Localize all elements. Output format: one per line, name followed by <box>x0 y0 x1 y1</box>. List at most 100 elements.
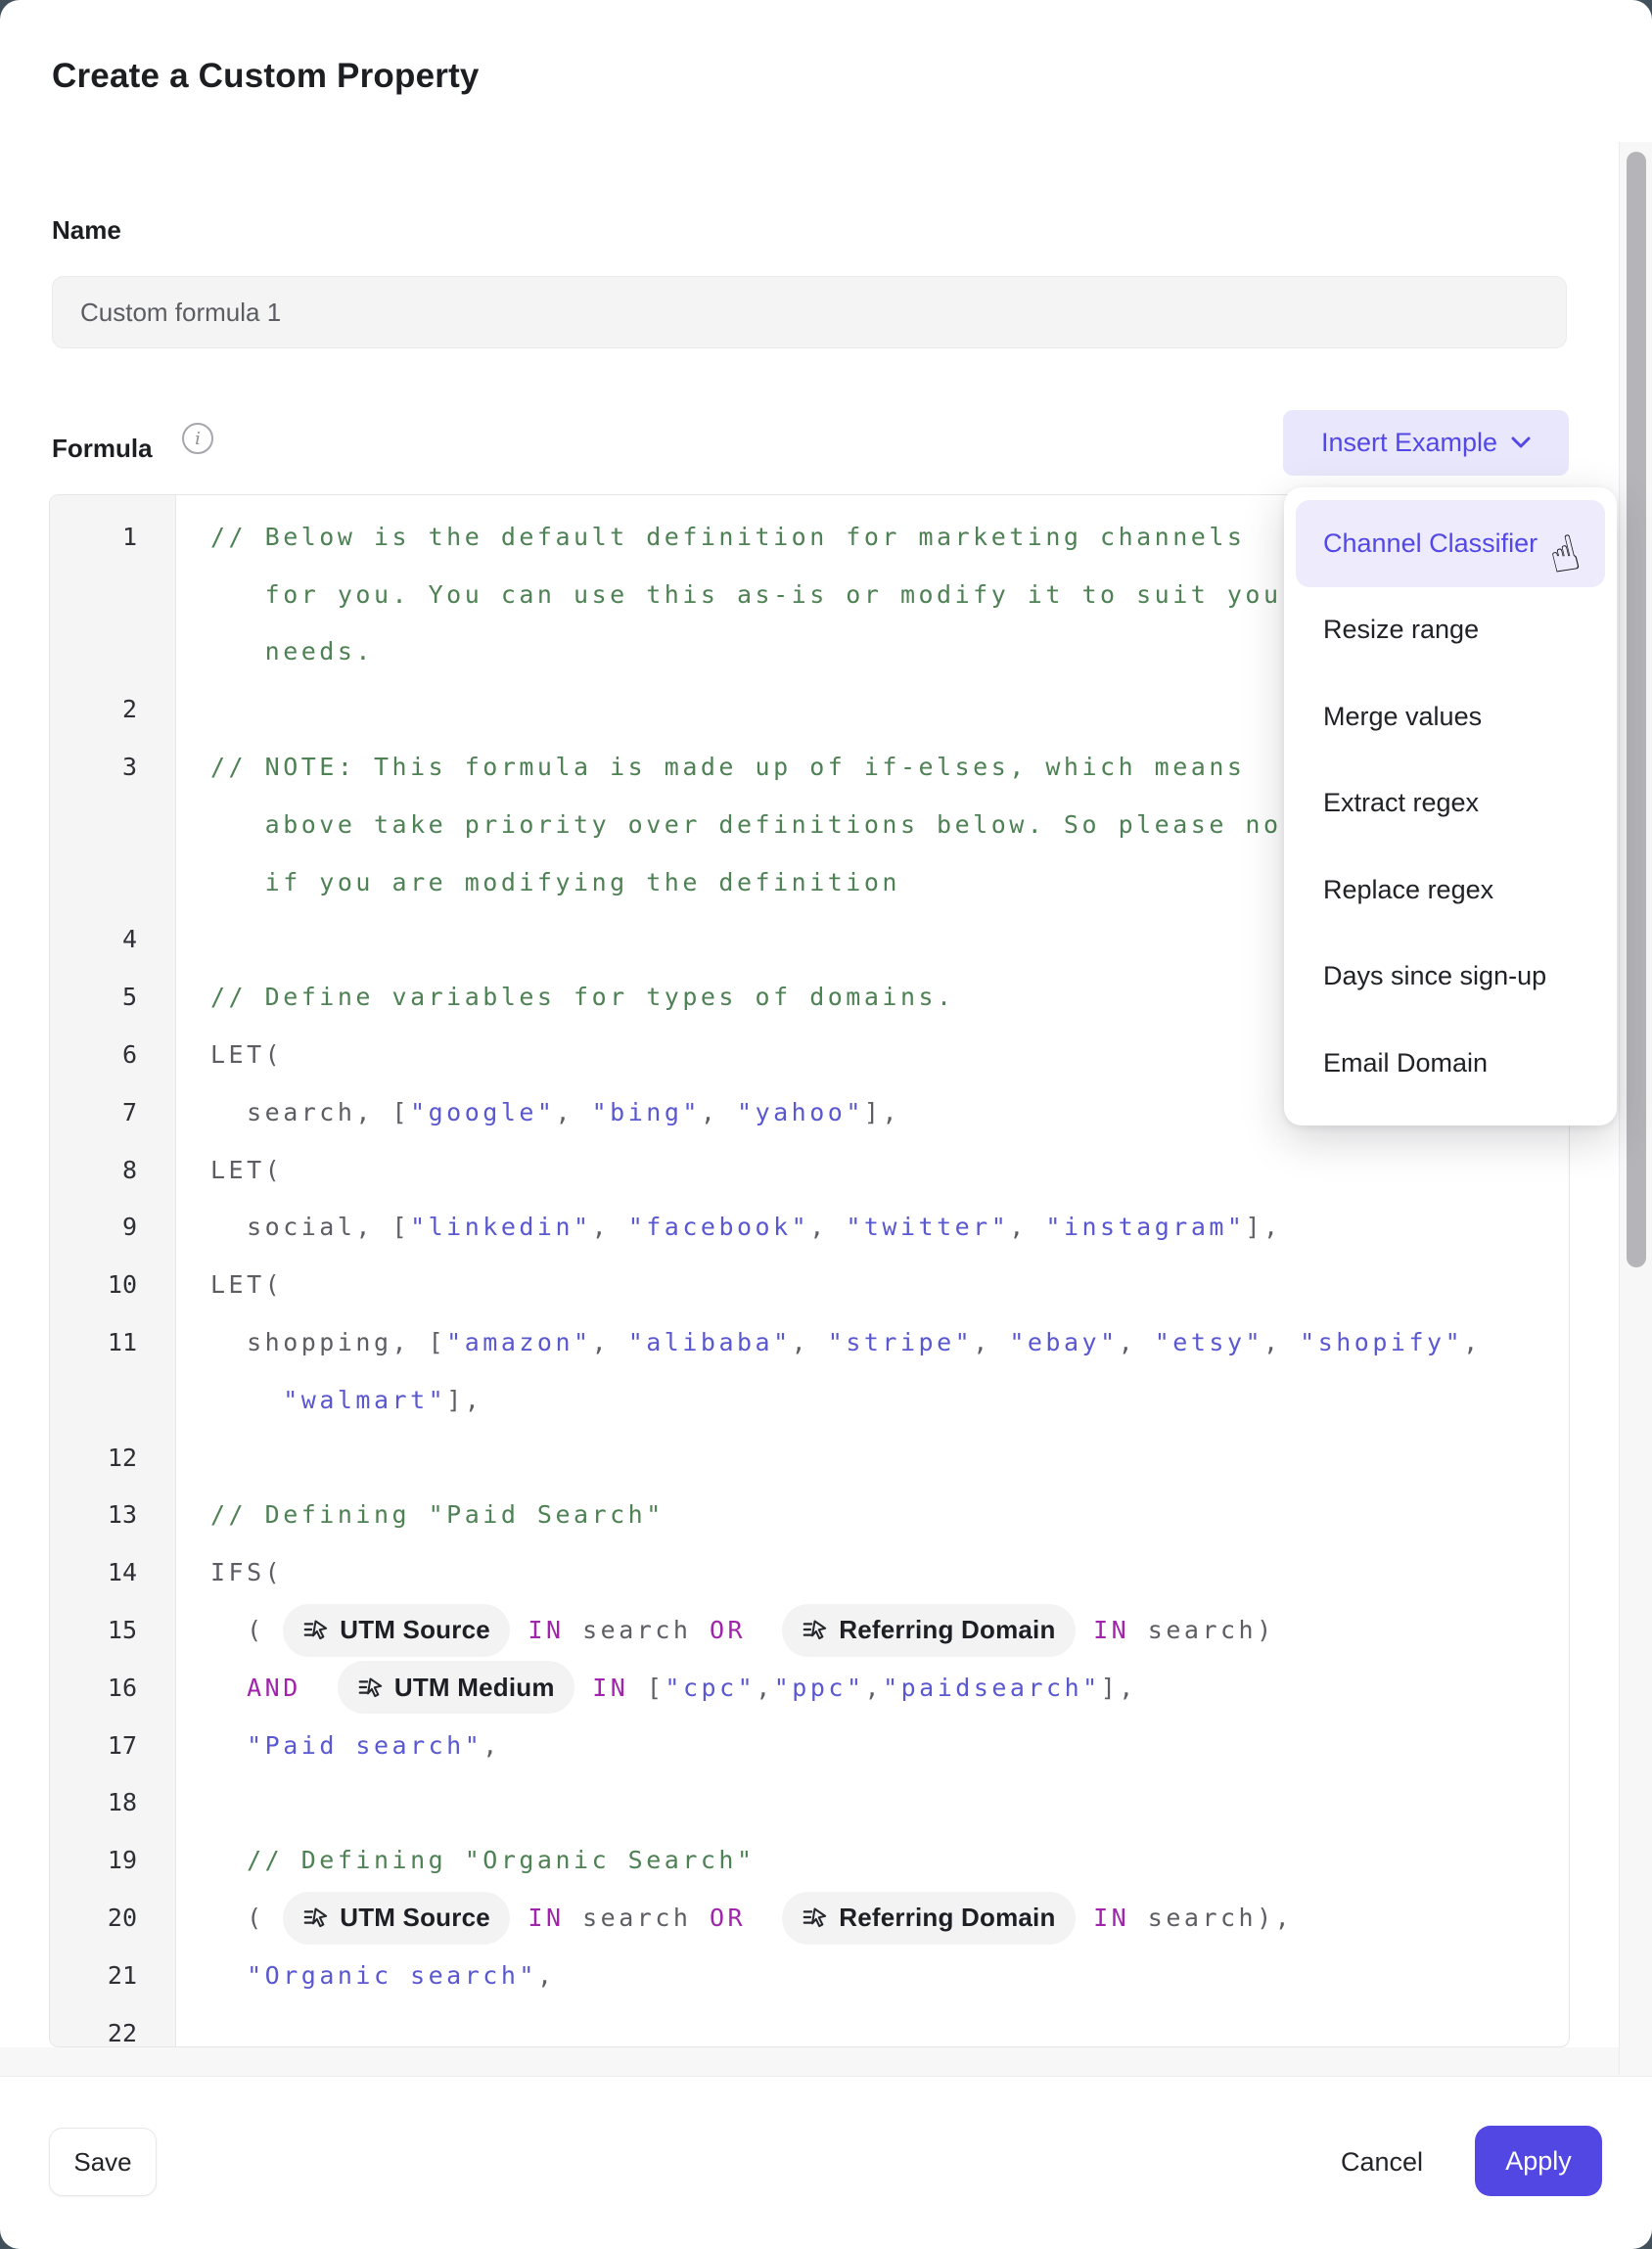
code-token: // Below is the default definition for m… <box>210 523 1245 551</box>
code-token <box>1076 1904 1094 1932</box>
code-token: OR <box>710 1904 746 1932</box>
property-chip-label: UTM Source <box>340 1615 490 1645</box>
code-text: LET( <box>175 1156 1569 1184</box>
name-input[interactable] <box>52 276 1567 348</box>
code-text: IFS( <box>175 1558 1569 1586</box>
code-token: search), <box>1129 1904 1293 1932</box>
code-text: "walmart"], <box>175 1386 1569 1414</box>
code-text: // Defining "Paid Search" <box>175 1500 1569 1529</box>
code-token: "alibaba" <box>628 1328 792 1356</box>
code-token: IFS( <box>210 1558 283 1586</box>
code-token: shopping, [ <box>210 1328 446 1356</box>
code-token: , <box>592 1328 628 1356</box>
code-token: "twitter" <box>846 1213 1009 1241</box>
code-line: 17 "Paid search", <box>50 1717 1569 1774</box>
code-token <box>210 1386 283 1414</box>
code-token: ], <box>446 1386 482 1414</box>
property-icon <box>302 1617 329 1643</box>
chevron-down-icon <box>1511 436 1531 449</box>
code-token: // Define variables for types of domains… <box>210 983 955 1011</box>
menu-item-replace-regex[interactable]: Replace regex <box>1296 847 1605 934</box>
formula-label: Formula <box>52 434 153 464</box>
property-chip-label: UTM Source <box>340 1903 490 1933</box>
menu-item-email-domain[interactable]: Email Domain <box>1296 1020 1605 1107</box>
line-number: 5 <box>50 983 175 1011</box>
property-chip-label: UTM Medium <box>394 1673 555 1703</box>
property-chip-referring-domain[interactable]: Referring Domain <box>782 1892 1075 1945</box>
code-token: "amazon" <box>446 1328 591 1356</box>
code-token: // Defining "Organic Search" <box>210 1846 756 1874</box>
code-token: social, [ <box>210 1213 410 1241</box>
line-number: 11 <box>50 1328 175 1356</box>
code-token: IN <box>528 1904 564 1932</box>
code-token: if you are modifying the definition <box>210 868 900 896</box>
line-number: 22 <box>50 2019 175 2047</box>
insert-example-button[interactable]: Insert Example <box>1283 410 1569 476</box>
code-line: 13// Defining "Paid Search" <box>50 1487 1569 1544</box>
menu-item-extract-regex[interactable]: Extract regex <box>1296 760 1605 848</box>
code-token: "yahoo" <box>737 1098 864 1126</box>
code-token <box>1076 1616 1094 1644</box>
code-token: AND <box>247 1674 301 1702</box>
code-token <box>746 1616 782 1644</box>
code-text: // Defining "Organic Search" <box>175 1846 1569 1874</box>
code-line: 21 "Organic search", <box>50 1947 1569 2004</box>
code-line: 19 // Defining "Organic Search" <box>50 1831 1569 1889</box>
menu-item-days-since-sign-up[interactable]: Days since sign-up <box>1296 934 1605 1021</box>
code-token: "instagram" <box>1045 1213 1245 1241</box>
line-number: 10 <box>50 1270 175 1299</box>
apply-button[interactable]: Apply <box>1475 2126 1602 2196</box>
code-text: social, ["linkedin", "facebook", "twitte… <box>175 1213 1569 1241</box>
info-icon[interactable]: i <box>182 423 213 454</box>
code-token: , <box>556 1098 592 1126</box>
line-number: 8 <box>50 1156 175 1184</box>
code-text: LET( <box>175 1270 1569 1299</box>
code-token: "Organic search" <box>247 1961 537 1990</box>
menu-item-merge-values[interactable]: Merge values <box>1296 673 1605 760</box>
code-token: , <box>973 1328 1009 1356</box>
code-line: 15 ( UTM Source IN search OR Referring D… <box>50 1601 1569 1659</box>
line-number: 19 <box>50 1846 175 1874</box>
code-token: , <box>1463 1328 1482 1356</box>
menu-item-resize-range[interactable]: Resize range <box>1296 587 1605 674</box>
code-token: ( <box>210 1616 283 1644</box>
property-chip-utm-source[interactable]: UTM Source <box>283 1604 510 1657</box>
code-token: LET( <box>210 1270 283 1299</box>
property-chip-utm-source[interactable]: UTM Source <box>283 1892 510 1945</box>
code-text: shopping, ["amazon", "alibaba", "stripe"… <box>175 1328 1569 1356</box>
code-token <box>746 1904 782 1932</box>
code-line: 18 <box>50 1774 1569 1832</box>
code-line: 9 social, ["linkedin", "facebook", "twit… <box>50 1199 1569 1257</box>
code-token: , <box>592 1213 628 1241</box>
code-token: search <box>565 1616 710 1644</box>
name-label: Name <box>52 215 121 246</box>
code-token: above take priority over definitions bel… <box>210 810 1282 839</box>
code-token: , <box>809 1213 846 1241</box>
dialog-title: Create a Custom Property <box>52 57 480 96</box>
line-number: 16 <box>50 1674 175 1702</box>
code-token <box>210 1961 247 1990</box>
code-token: IN <box>528 1616 564 1644</box>
code-text: ( UTM Source IN search OR Referring Doma… <box>175 1604 1569 1657</box>
line-number: 2 <box>50 695 175 723</box>
save-button[interactable]: Save <box>49 2128 157 2196</box>
code-text: "Organic search", <box>175 1961 1569 1990</box>
line-number: 20 <box>50 1904 175 1932</box>
code-token: , <box>537 1961 556 1990</box>
property-icon <box>802 1905 828 1931</box>
code-token: search) <box>1129 1616 1274 1644</box>
code-token: , <box>756 1674 774 1702</box>
cancel-button[interactable]: Cancel <box>1323 2128 1441 2196</box>
property-chip-label: Referring Domain <box>839 1903 1055 1933</box>
modal-scrollbar[interactable] <box>1619 142 1652 2075</box>
code-token: "Paid search" <box>247 1731 482 1760</box>
code-token: , <box>482 1731 501 1760</box>
line-number: 18 <box>50 1788 175 1816</box>
property-chip-referring-domain[interactable]: Referring Domain <box>782 1604 1075 1657</box>
code-token: , <box>1263 1328 1300 1356</box>
code-token: search, [ <box>210 1098 410 1126</box>
line-number: 9 <box>50 1213 175 1241</box>
code-token: "etsy" <box>1155 1328 1263 1356</box>
property-chip-utm-medium[interactable]: UTM Medium <box>338 1661 574 1714</box>
scrollbar-thumb[interactable] <box>1627 152 1646 1267</box>
